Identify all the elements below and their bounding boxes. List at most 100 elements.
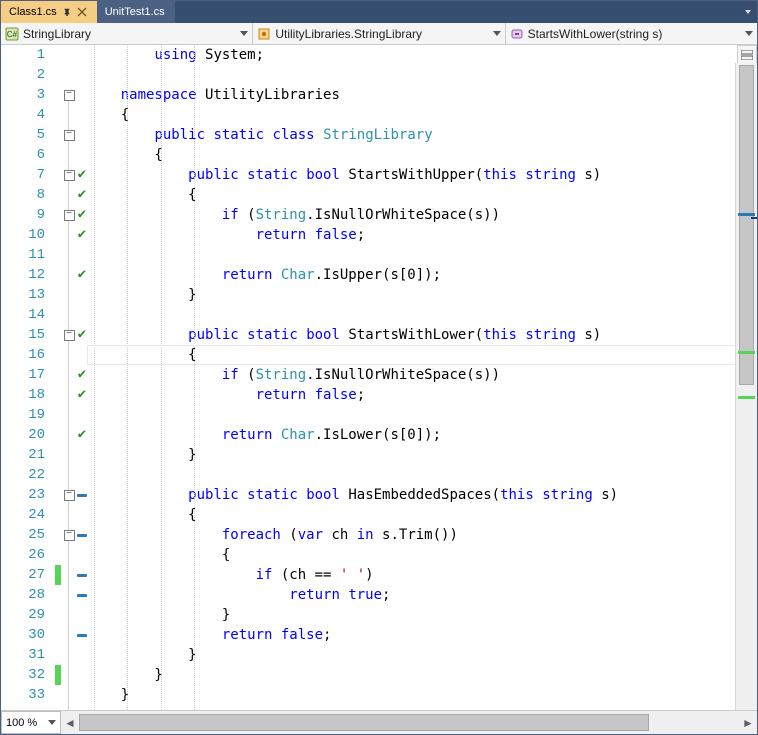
- line-number[interactable]: 31: [1, 645, 45, 665]
- line-number[interactable]: 20: [1, 425, 45, 445]
- line-number[interactable]: 24: [1, 505, 45, 525]
- code-line[interactable]: {: [87, 505, 757, 525]
- fold-toggle: [61, 365, 77, 385]
- line-number[interactable]: 26: [1, 545, 45, 565]
- line-number[interactable]: 22: [1, 465, 45, 485]
- line-number[interactable]: 6: [1, 145, 45, 165]
- code-line[interactable]: if (String.IsNullOrWhiteSpace(s)): [87, 205, 757, 225]
- code-line[interactable]: {: [87, 545, 757, 565]
- nav-member-dropdown[interactable]: StartsWithLower(string s): [506, 23, 757, 44]
- vertical-scrollbar[interactable]: [735, 63, 757, 710]
- tab-class1[interactable]: Class1.cs: [1, 1, 97, 23]
- coverage-marker: [77, 625, 87, 645]
- line-number[interactable]: 27: [1, 565, 45, 585]
- tab-overflow-button[interactable]: [739, 1, 757, 23]
- fold-toggle[interactable]: −: [61, 525, 77, 545]
- code-line[interactable]: {: [87, 185, 757, 205]
- code-line[interactable]: return false;: [87, 225, 757, 245]
- line-number[interactable]: 21: [1, 445, 45, 465]
- close-icon[interactable]: [77, 7, 87, 17]
- fold-toggle: [61, 265, 77, 285]
- line-number[interactable]: 8: [1, 185, 45, 205]
- code-line[interactable]: public static class StringLibrary: [87, 125, 757, 145]
- code-line[interactable]: }: [87, 285, 757, 305]
- fold-toggle[interactable]: −: [61, 125, 77, 145]
- editor-window: Class1.cs UnitTest1.cs C# StringLibrary: [0, 0, 758, 735]
- horizontal-scrollbar[interactable]: ◄ ►: [61, 711, 757, 734]
- code-line[interactable]: [87, 65, 757, 85]
- line-number[interactable]: 9: [1, 205, 45, 225]
- fold-toggle[interactable]: −: [61, 485, 77, 505]
- tab-unittest1[interactable]: UnitTest1.cs: [97, 1, 175, 23]
- code-line[interactable]: using System;: [87, 45, 757, 65]
- pin-icon[interactable]: [63, 8, 71, 16]
- line-number[interactable]: 11: [1, 245, 45, 265]
- scroll-left-button[interactable]: ◄: [61, 711, 79, 734]
- scrollbar-thumb[interactable]: [739, 65, 754, 385]
- nav-project-dropdown[interactable]: C# StringLibrary: [1, 23, 253, 44]
- code-line[interactable]: if (String.IsNullOrWhiteSpace(s)): [87, 365, 757, 385]
- line-number[interactable]: 10: [1, 225, 45, 245]
- code-line[interactable]: public static bool StartsWithUpper(this …: [87, 165, 757, 185]
- line-number[interactable]: 3: [1, 85, 45, 105]
- code-line[interactable]: [87, 245, 757, 265]
- code-line[interactable]: return Char.IsLower(s[0]);: [87, 425, 757, 445]
- code-line[interactable]: return true;: [87, 585, 757, 605]
- code-line[interactable]: }: [87, 665, 757, 685]
- fold-toggle[interactable]: −: [61, 205, 77, 225]
- fold-toggle: [61, 685, 77, 705]
- code-line[interactable]: {: [87, 145, 757, 165]
- nav-class-dropdown[interactable]: UtilityLibraries.StringLibrary: [253, 23, 505, 44]
- line-number[interactable]: 12: [1, 265, 45, 285]
- code-line[interactable]: }: [87, 445, 757, 465]
- line-number[interactable]: 5: [1, 125, 45, 145]
- line-number[interactable]: 29: [1, 605, 45, 625]
- line-number[interactable]: 1: [1, 45, 45, 65]
- line-number[interactable]: 16: [1, 345, 45, 365]
- line-number[interactable]: 15: [1, 325, 45, 345]
- code-line[interactable]: return false;: [87, 385, 757, 405]
- line-number[interactable]: 4: [1, 105, 45, 125]
- line-number[interactable]: 19: [1, 405, 45, 425]
- line-number[interactable]: 13: [1, 285, 45, 305]
- line-number[interactable]: 32: [1, 665, 45, 685]
- line-number[interactable]: 30: [1, 625, 45, 645]
- code-line[interactable]: {: [87, 105, 757, 125]
- split-window-button[interactable]: [737, 45, 757, 63]
- scrollbar-thumb[interactable]: [79, 714, 649, 731]
- code-line[interactable]: {: [87, 345, 757, 365]
- code-text[interactable]: using System; namespace UtilityLibraries…: [87, 45, 757, 710]
- code-line[interactable]: [87, 405, 757, 425]
- code-line[interactable]: [87, 465, 757, 485]
- scroll-right-button[interactable]: ►: [739, 711, 757, 734]
- code-line[interactable]: }: [87, 605, 757, 625]
- line-number[interactable]: 28: [1, 585, 45, 605]
- line-number-gutter[interactable]: 1234567891011121314151617181920212223242…: [1, 45, 55, 710]
- line-number[interactable]: 17: [1, 365, 45, 385]
- code-line[interactable]: return false;: [87, 625, 757, 645]
- code-line[interactable]: if (ch == ' '): [87, 565, 757, 585]
- line-number[interactable]: 7: [1, 165, 45, 185]
- code-line[interactable]: foreach (var ch in s.Trim()): [87, 525, 757, 545]
- code-line[interactable]: public static bool HasEmbeddedSpaces(thi…: [87, 485, 757, 505]
- code-line[interactable]: public static bool StartsWithLower(this …: [87, 325, 757, 345]
- line-number[interactable]: 23: [1, 485, 45, 505]
- line-number[interactable]: 2: [1, 65, 45, 85]
- nav-member-label: StartsWithLower(string s): [528, 27, 663, 41]
- line-number[interactable]: 25: [1, 525, 45, 545]
- code-line[interactable]: namespace UtilityLibraries: [87, 85, 757, 105]
- code-line[interactable]: }: [87, 685, 757, 705]
- zoom-dropdown[interactable]: 100 %: [1, 711, 61, 734]
- fold-toggle[interactable]: −: [61, 165, 77, 185]
- code-line[interactable]: [87, 305, 757, 325]
- code-line[interactable]: return Char.IsUpper(s[0]);: [87, 265, 757, 285]
- line-number[interactable]: 18: [1, 385, 45, 405]
- fold-toggle: [61, 605, 77, 625]
- line-number[interactable]: 33: [1, 685, 45, 705]
- code-line[interactable]: }: [87, 645, 757, 665]
- fold-toggle[interactable]: −: [61, 325, 77, 345]
- line-number[interactable]: 14: [1, 305, 45, 325]
- fold-toggle[interactable]: −: [61, 85, 77, 105]
- outlining-gutter[interactable]: − − − − − − −: [61, 45, 77, 710]
- code-editor[interactable]: 1234567891011121314151617181920212223242…: [1, 45, 757, 710]
